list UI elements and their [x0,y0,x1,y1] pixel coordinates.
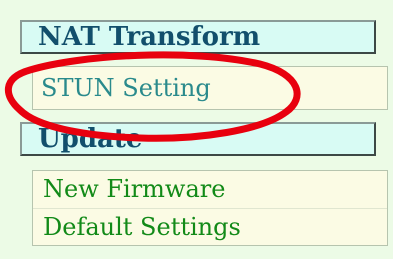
settings-menu: NAT Transform STUN Setting Update New Fi… [0,0,393,259]
update-submenu: New Firmware Default Settings [32,170,388,246]
menu-section-nat-transform[interactable]: NAT Transform [20,20,376,54]
menu-section-update[interactable]: Update [20,122,376,156]
menu-item-new-firmware[interactable]: New Firmware [33,171,387,208]
menu-item-stun-setting[interactable]: STUN Setting [32,66,388,110]
menu-item-default-settings[interactable]: Default Settings [33,208,387,246]
